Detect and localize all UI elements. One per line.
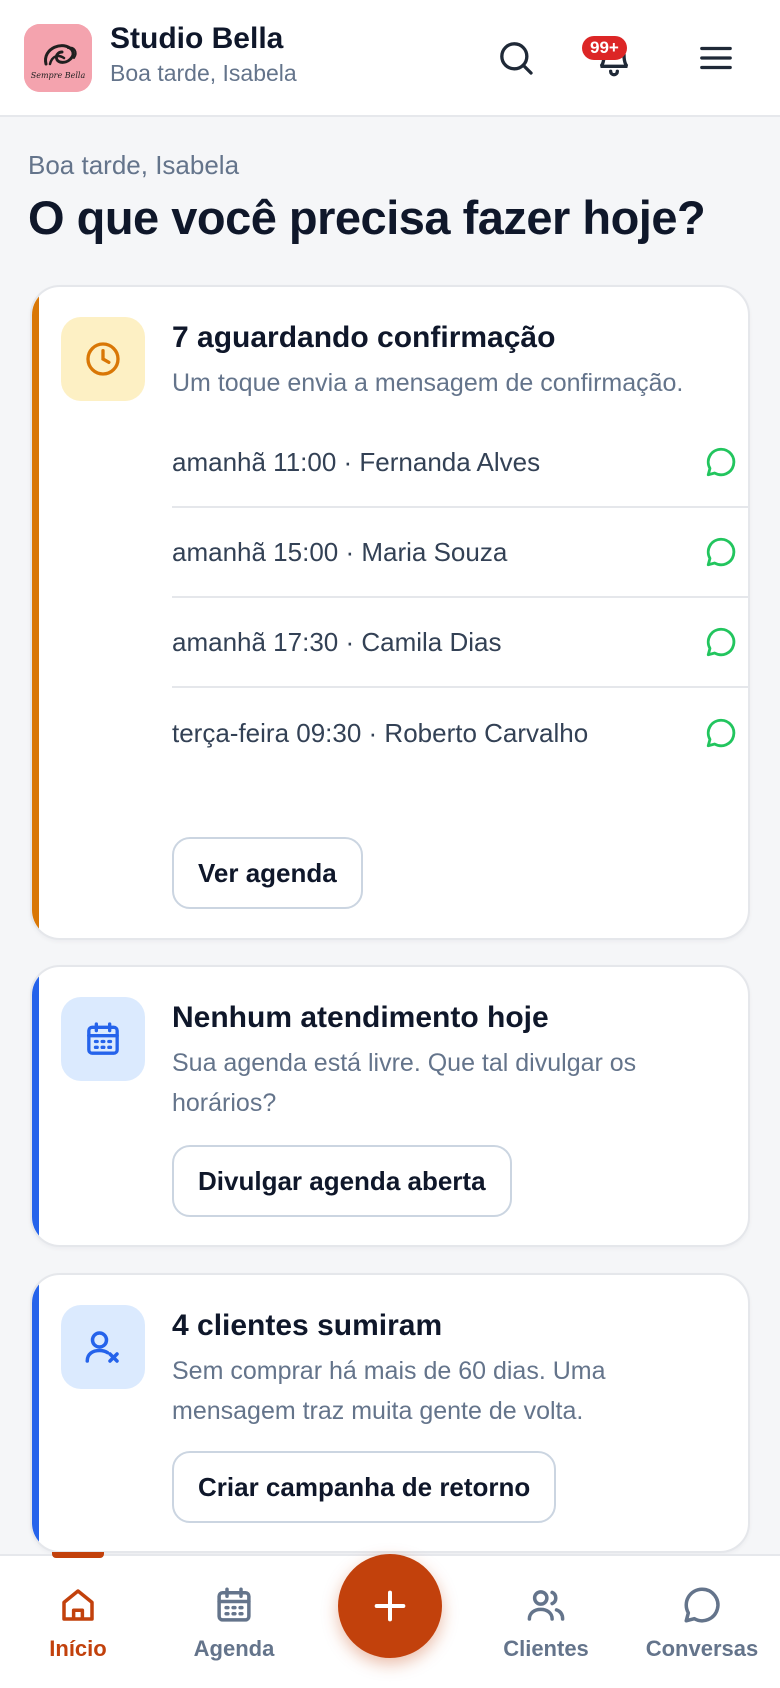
card-title: 7 aguardando confirmação xyxy=(172,321,556,354)
search-button[interactable] xyxy=(488,30,544,86)
chat-bubble-icon xyxy=(684,1587,720,1623)
plus-icon xyxy=(374,1590,406,1622)
app-header: Sempre Bella Studio Bella Boa tarde, Isa… xyxy=(0,0,780,117)
whatsapp-icon[interactable] xyxy=(704,625,738,659)
user-x-icon xyxy=(85,1331,119,1363)
card-title: 4 clientes sumiram xyxy=(172,1309,443,1342)
nav-label: Agenda xyxy=(193,1636,275,1661)
share-open-agenda-button[interactable]: Divulgar agenda aberta xyxy=(172,1145,512,1217)
active-nav-indicator xyxy=(52,1552,104,1558)
appointment-label: amanhã 17:30 · Camila Dias xyxy=(172,626,502,657)
add-new-button[interactable] xyxy=(338,1554,442,1658)
nav-label: Clientes xyxy=(503,1636,589,1661)
greeting-text: Boa tarde, Isabela xyxy=(28,150,240,180)
appointment-label: terça-feira 09:30 · Roberto Carvalho xyxy=(172,717,589,748)
appointment-row[interactable]: amanhã 15:00 · Maria Souza xyxy=(172,508,748,598)
card-title: Nenhum atendimento hoje xyxy=(172,1001,549,1034)
page-title: O que você precisa fazer hoje? xyxy=(28,191,706,244)
hamburger-menu-icon xyxy=(700,46,732,70)
no-appointments-card: Nenhum atendimento hoje Sua agenda está … xyxy=(30,965,750,1247)
card-description: Sem comprar há mais de 60 dias. Uma mens… xyxy=(172,1357,606,1425)
card-description: Sua agenda está livre. Que tal divulgar … xyxy=(172,1049,637,1117)
studio-logo[interactable]: Sempre Bella xyxy=(24,24,92,92)
nav-item-agenda[interactable]: Agenda xyxy=(159,1556,309,1688)
card-accent-stripe xyxy=(32,287,39,938)
calendar-icon xyxy=(87,1022,119,1055)
menu-button[interactable] xyxy=(688,30,744,86)
clock-icon-tile xyxy=(61,317,145,401)
notification-badge: 99+ xyxy=(582,36,627,60)
app-title: Studio Bella xyxy=(110,22,284,55)
view-agenda-button[interactable]: Ver agenda xyxy=(172,837,363,909)
card-description: Um toque envia a mensagem de confirmação… xyxy=(172,369,684,397)
card-accent-stripe xyxy=(32,967,39,1245)
nav-label: Início xyxy=(49,1636,107,1661)
nav-item-chats[interactable]: Conversas xyxy=(627,1556,777,1688)
whatsapp-icon[interactable] xyxy=(704,445,738,479)
whatsapp-icon[interactable] xyxy=(704,535,738,569)
users-icon xyxy=(527,1590,565,1621)
appointment-label: amanhã 11:00 · Fernanda Alves xyxy=(172,446,541,477)
appointment-row[interactable]: terça-feira 09:30 · Roberto Carvalho xyxy=(172,688,748,778)
calendar-icon-tile xyxy=(61,997,145,1081)
home-icon xyxy=(62,1589,94,1621)
whatsapp-icon[interactable] xyxy=(704,716,738,750)
missing-clients-card: 4 clientes sumiram Sem comprar há mais d… xyxy=(30,1273,750,1553)
nav-item-home[interactable]: Início xyxy=(3,1556,153,1688)
appointment-row[interactable]: amanhã 11:00 · Fernanda Alves xyxy=(172,418,748,508)
appointment-label: amanhã 15:00 · Maria Souza xyxy=(172,536,508,567)
calendar-icon xyxy=(217,1587,251,1622)
app-subtitle: Boa tarde, Isabela xyxy=(110,60,297,86)
user-remove-icon-tile xyxy=(61,1305,145,1389)
appointment-row[interactable]: amanhã 17:30 · Camila Dias xyxy=(172,598,748,688)
card-accent-stripe xyxy=(32,1275,39,1551)
pending-confirmations-card: 7 aguardando confirmação Um toque envia … xyxy=(30,285,750,940)
nav-label: Conversas xyxy=(645,1636,759,1661)
clock-icon xyxy=(86,342,120,376)
create-return-campaign-button[interactable]: Criar campanha de retorno xyxy=(172,1451,557,1523)
nav-item-clients[interactable]: Clientes xyxy=(471,1556,621,1688)
logo-text: Sempre Bella xyxy=(31,71,86,80)
logo-icon: Sempre Bella xyxy=(24,24,92,92)
search-icon xyxy=(500,42,533,75)
